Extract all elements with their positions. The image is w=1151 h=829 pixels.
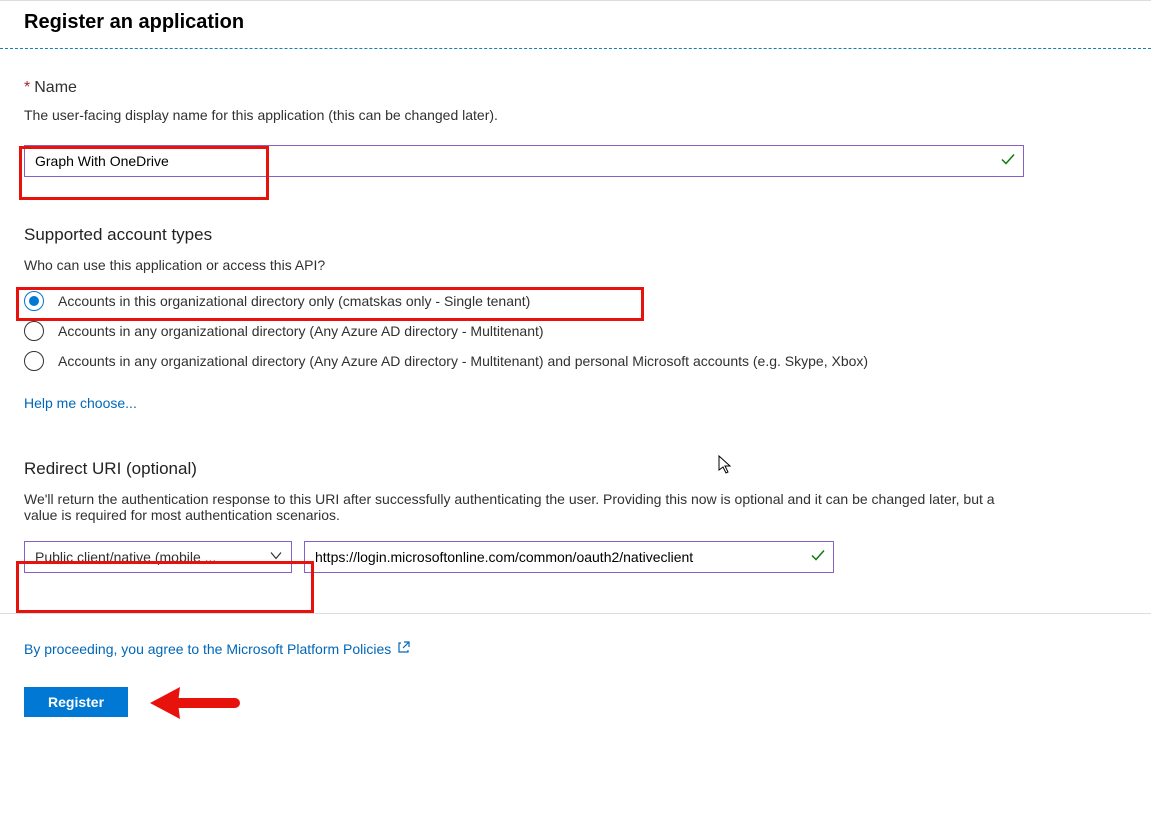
platform-select-value: Public client/native (mobile ... — [35, 549, 216, 565]
account-type-option-multitenant-personal[interactable]: Accounts in any organizational directory… — [24, 351, 1127, 371]
chevron-down-icon — [269, 549, 283, 566]
platform-policies-text: By proceeding, you agree to the Microsof… — [24, 641, 391, 657]
page-title: Register an application — [24, 11, 1127, 34]
name-section: * Name The user-facing display name for … — [24, 79, 1127, 177]
platform-type-select[interactable]: Public client/native (mobile ... — [24, 541, 292, 573]
name-label-text: Name — [34, 79, 77, 97]
radio-icon — [24, 291, 44, 311]
radio-label: Accounts in any organizational directory… — [58, 353, 868, 369]
radio-icon — [24, 321, 44, 341]
name-label: * Name — [24, 79, 1127, 97]
account-types-section: Supported account types Who can use this… — [24, 225, 1127, 411]
redirect-uri-input[interactable] — [304, 541, 834, 573]
required-star: * — [24, 79, 30, 97]
redirect-uri-section: Redirect URI (optional) We'll return the… — [24, 459, 1127, 573]
redirect-uri-heading: Redirect URI (optional) — [24, 459, 1127, 479]
checkmark-icon — [1000, 152, 1016, 171]
help-me-choose-link[interactable]: Help me choose... — [24, 395, 137, 411]
redirect-uri-description: We'll return the authentication response… — [24, 491, 1024, 523]
account-type-option-single-tenant[interactable]: Accounts in this organizational director… — [24, 291, 1127, 311]
name-description: The user-facing display name for this ap… — [24, 107, 1127, 123]
radio-label: Accounts in any organizational directory… — [58, 323, 544, 339]
footer-separator — [0, 613, 1151, 614]
platform-policies-link[interactable]: By proceeding, you agree to the Microsof… — [24, 640, 411, 657]
external-link-icon — [397, 640, 411, 657]
radio-icon — [24, 351, 44, 371]
register-button[interactable]: Register — [24, 687, 128, 717]
account-type-option-multitenant[interactable]: Accounts in any organizational directory… — [24, 321, 1127, 341]
application-name-input[interactable] — [24, 145, 1024, 177]
account-types-radio-list: Accounts in this organizational director… — [24, 291, 1127, 371]
dashed-divider — [0, 48, 1151, 49]
checkmark-icon — [810, 548, 826, 567]
radio-label: Accounts in this organizational director… — [58, 293, 530, 309]
account-types-description: Who can use this application or access t… — [24, 257, 1127, 273]
account-types-heading: Supported account types — [24, 225, 1127, 245]
